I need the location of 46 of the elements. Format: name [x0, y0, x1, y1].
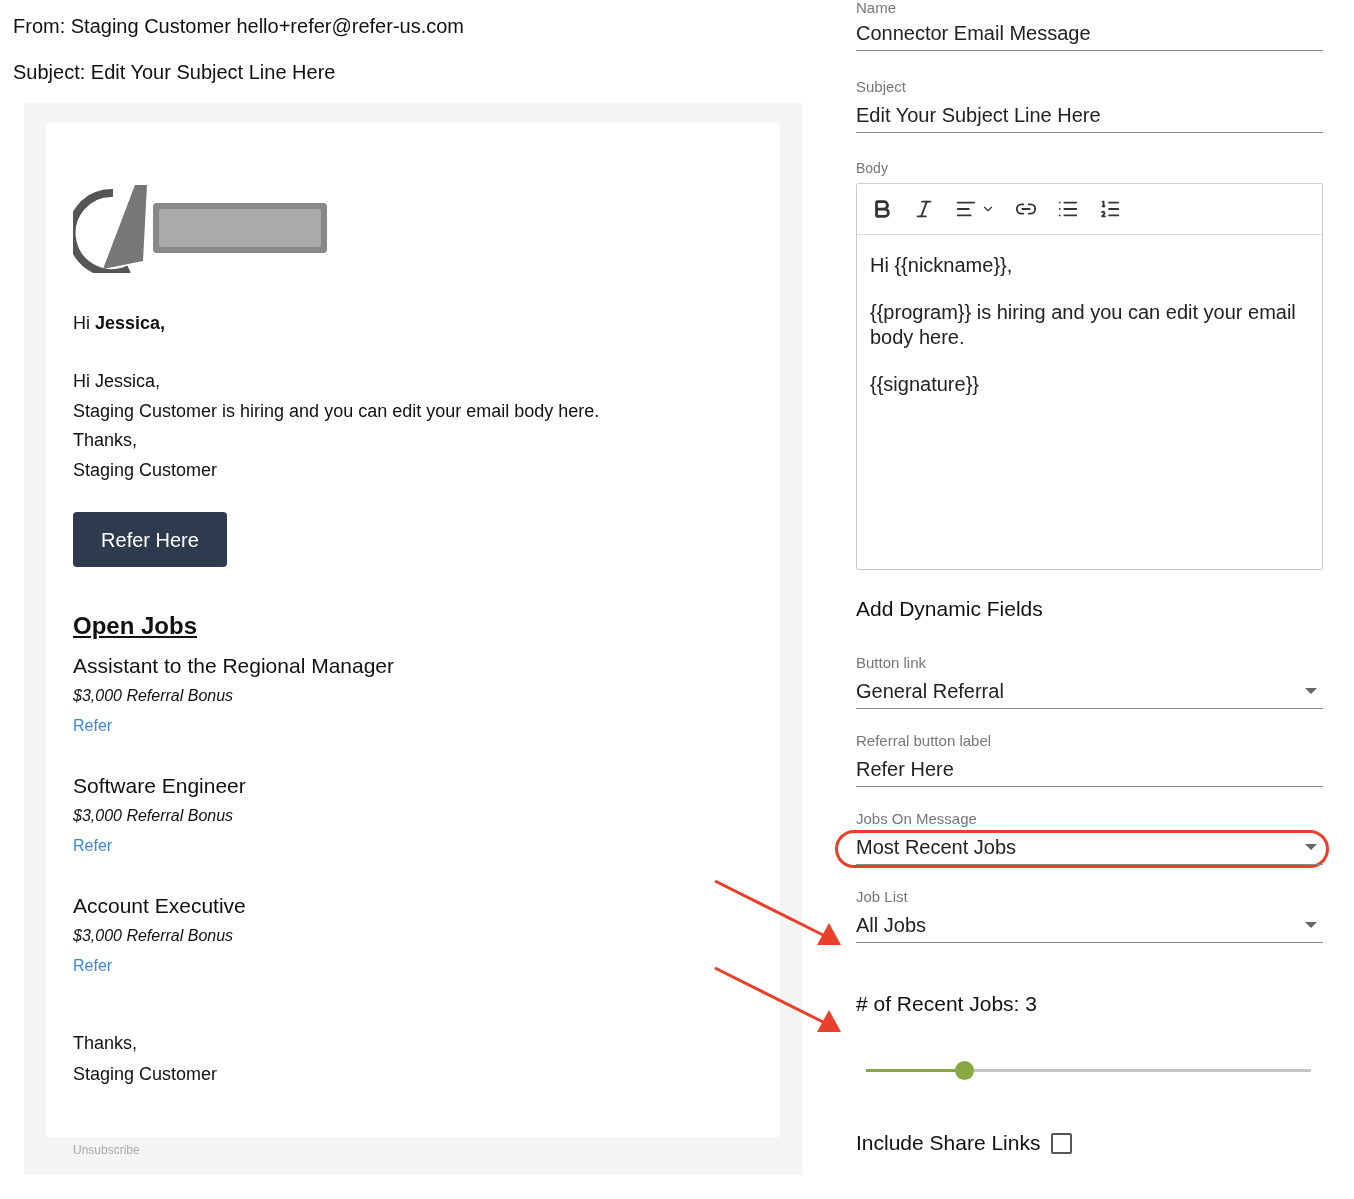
- refer-link[interactable]: Refer: [73, 951, 113, 981]
- select-field[interactable]: General Referral: [856, 673, 1323, 709]
- job-bonus: $3,000 Referral Bonus: [73, 806, 235, 826]
- editor-paragraph: {{program}} is hiring and you can edit your email body here.: [870, 300, 1297, 350]
- field-label: Button link: [856, 653, 928, 673]
- body-line: Staging Customer: [73, 458, 219, 482]
- dropdown-arrow-icon: [1305, 921, 1317, 928]
- job-title: Software Engineer: [73, 773, 247, 799]
- input-field[interactable]: Connector Email Message: [856, 16, 1323, 51]
- email-subject: Subject: Edit Your Subject Line Here: [13, 60, 337, 85]
- input-field[interactable]: Refer Here: [856, 751, 1323, 787]
- job-title: Account Executive: [73, 893, 247, 919]
- select-field[interactable]: Most Recent Jobs: [856, 829, 1323, 865]
- select-field[interactable]: All Jobs: [856, 907, 1323, 943]
- body-line: Thanks,: [73, 429, 139, 452]
- refer-button[interactable]: Refer Here: [73, 512, 227, 567]
- editor-paragraph: {{signature}}: [870, 372, 980, 397]
- refer-link[interactable]: Refer: [73, 711, 113, 741]
- field-label: Name: [856, 0, 897, 16]
- field-label: Jobs On Message: [856, 809, 978, 829]
- email-from: From: Staging Customer hello+refer@refer-us.com: [13, 14, 465, 39]
- field-label: Subject: [856, 77, 908, 97]
- rich-text-editor[interactable]: Hi {{nickname}}, {{program}} is hiring and you can edit your email body here. {{signature}}: [856, 183, 1323, 570]
- section-heading: Add Dynamic Fields: [856, 596, 1044, 622]
- greeting-text: Hi Jessica,: [73, 312, 167, 335]
- closing-line: Staging Customer: [73, 1063, 219, 1086]
- closing-line: Thanks,: [73, 1032, 139, 1055]
- body-line: Staging Customer is hiring and you can edit your email body here.: [73, 399, 601, 423]
- dropdown-arrow-icon: [1305, 687, 1317, 694]
- recent-jobs-label: # of Recent Jobs: 3: [856, 991, 1038, 1017]
- job-title: Assistant to the Regional Manager: [73, 653, 396, 679]
- numbered-list-icon[interactable]: [1099, 198, 1121, 220]
- job-bonus: $3,000 Referral Bonus: [73, 686, 235, 706]
- share-links-label: Include Share Links: [856, 1130, 1041, 1156]
- refer-link[interactable]: Refer: [73, 831, 113, 861]
- editor-paragraph: Hi {{nickname}},: [870, 253, 1014, 278]
- body-line: Hi Jessica,: [73, 370, 162, 393]
- dropdown-arrow-icon: [1305, 843, 1317, 850]
- slider-thumb[interactable]: [954, 1061, 974, 1080]
- field-label: Job List: [856, 887, 909, 907]
- field-label: Body: [856, 159, 889, 178]
- job-bonus: $3,000 Referral Bonus: [73, 926, 235, 946]
- jobs-heading: Open Jobs: [73, 611, 199, 641]
- share-links-checkbox[interactable]: [1051, 1132, 1073, 1154]
- field-label: Referral button label: [856, 731, 993, 751]
- input-field[interactable]: Edit Your Subject Line Here: [856, 97, 1323, 133]
